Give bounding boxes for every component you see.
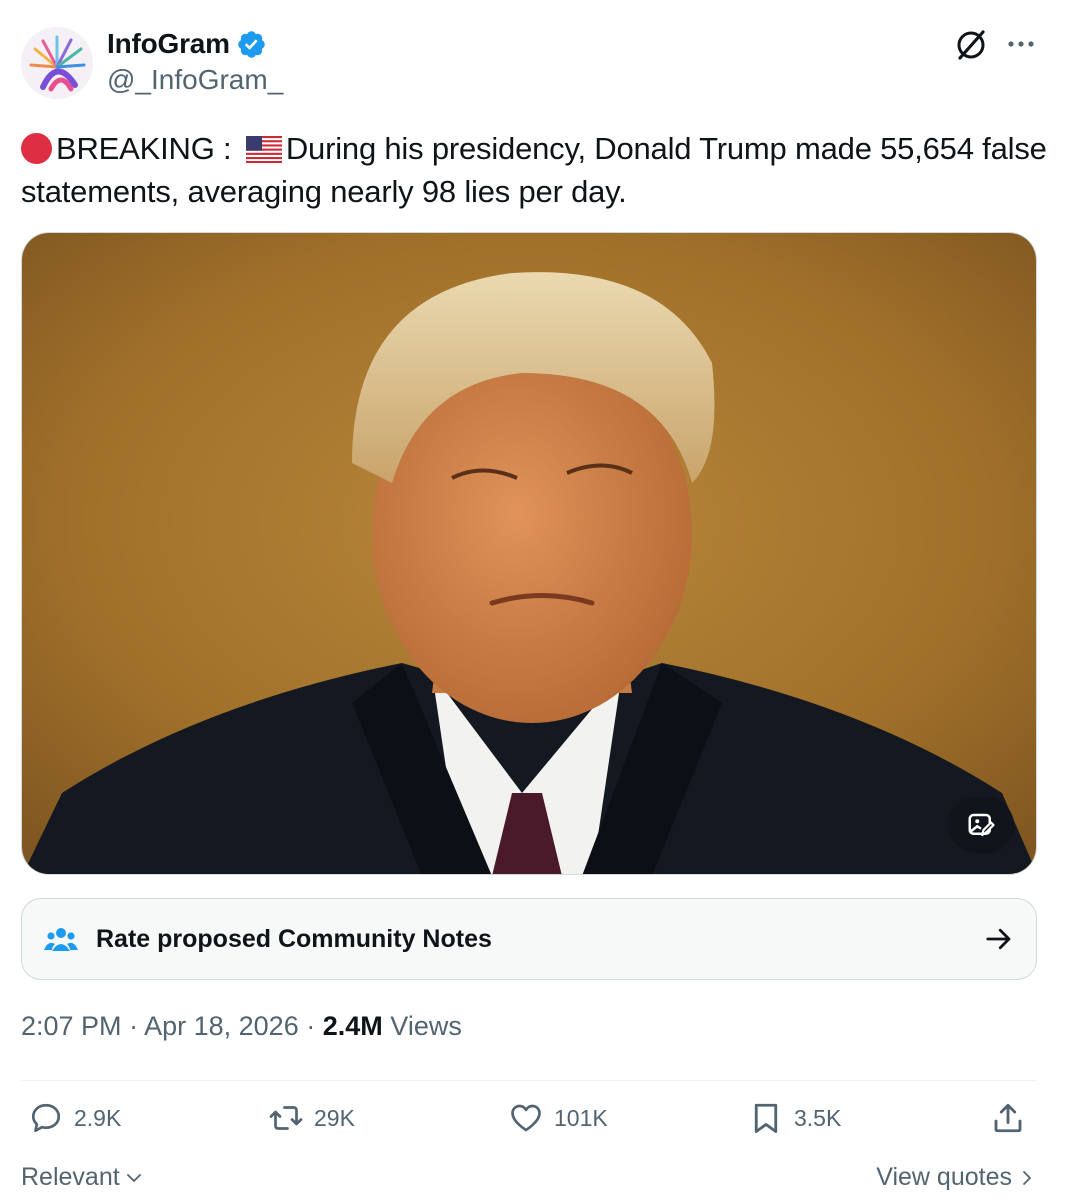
- red-circle-icon: [21, 133, 52, 164]
- image-edit-button[interactable]: [948, 797, 1014, 853]
- view-quotes-link[interactable]: View quotes: [876, 1163, 1034, 1192]
- bookmark-count: 3.5K: [794, 1104, 842, 1131]
- tweet-image[interactable]: [21, 232, 1037, 875]
- display-name[interactable]: InfoGram: [107, 28, 230, 60]
- bookmark-icon: [754, 1103, 778, 1133]
- repost-button[interactable]: 29K: [268, 1100, 355, 1136]
- divider: [21, 1080, 1037, 1081]
- avatar[interactable]: [21, 27, 93, 99]
- reply-count: 2.9K: [74, 1104, 122, 1131]
- image-edit-icon: [968, 813, 995, 837]
- like-button[interactable]: 101K: [508, 1100, 608, 1136]
- share-button[interactable]: [990, 1100, 1026, 1136]
- sort-replies-dropdown[interactable]: Relevant: [21, 1163, 144, 1192]
- repost-count: 29K: [314, 1104, 355, 1131]
- views-count: 2.4M: [322, 1011, 383, 1041]
- tweet-meta: 2:07 PM · Apr 18, 2026 · 2.4M Views: [21, 1011, 462, 1042]
- reply-icon: [31, 1103, 61, 1133]
- tweet-text: BREAKING : During his presidency, Donald…: [21, 127, 1051, 213]
- sort-label: Relevant: [21, 1163, 120, 1191]
- meta-separator: ·: [129, 1011, 139, 1041]
- chevron-down-icon: [126, 1173, 141, 1182]
- action-bar: 2.9K 29K 101K 3.5K: [0, 1100, 1087, 1150]
- repost-icon: [269, 1106, 303, 1130]
- tweet-date[interactable]: Apr 18, 2026: [144, 1011, 299, 1041]
- view-quotes-label: View quotes: [876, 1163, 1012, 1191]
- author-name-row[interactable]: InfoGram: [107, 28, 267, 60]
- arrow-right-icon: [986, 928, 1011, 950]
- share-icon: [994, 1103, 1022, 1133]
- community-notes-icon: [44, 928, 78, 951]
- heart-icon: [511, 1104, 541, 1132]
- breaking-label: BREAKING :: [56, 131, 232, 166]
- meta-separator: ·: [306, 1011, 316, 1041]
- rate-community-notes-button[interactable]: Rate proposed Community Notes: [21, 898, 1037, 980]
- chevron-right-icon: [1023, 1170, 1031, 1185]
- bookmark-button[interactable]: 3.5K: [748, 1100, 841, 1136]
- views-label: Views: [390, 1011, 462, 1041]
- community-notes-label: Rate proposed Community Notes: [96, 924, 492, 953]
- tweet-time[interactable]: 2:07 PM: [21, 1011, 122, 1041]
- verified-badge-icon: [238, 30, 265, 58]
- author-handle[interactable]: @_InfoGram_: [107, 64, 283, 96]
- like-count: 101K: [554, 1104, 608, 1131]
- more-options-icon[interactable]: [1003, 30, 1039, 58]
- us-flag-icon: [245, 136, 282, 163]
- grok-icon[interactable]: [952, 26, 990, 64]
- reply-button[interactable]: 2.9K: [28, 1100, 121, 1136]
